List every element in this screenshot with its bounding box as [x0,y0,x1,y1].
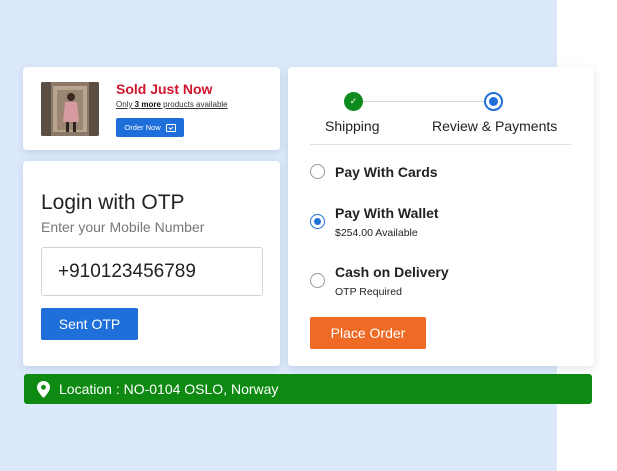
login-subtitle: Enter your Mobile Number [41,219,205,235]
stock-suffix: products available [160,100,228,109]
order-now-button[interactable]: Order Now [116,118,184,137]
check-icon: ✓ [344,92,363,111]
stock-notice: Only 3 more products available [116,100,228,109]
login-card: Login with OTP Enter your Mobile Number … [23,161,280,366]
sold-notification-card: Sold Just Now Only 3 more products avail… [23,67,280,150]
pay-wallet-radio[interactable] [310,214,325,229]
step-shipping-label: Shipping [325,118,380,134]
login-title: Login with OTP [41,191,185,214]
stock-count: 3 more [134,100,161,109]
otp-required-note: OTP Required [335,286,402,298]
payment-card: ✓ Shipping Review & Payments Pay With Ca… [288,67,594,366]
wallet-balance: $254.00 Available [335,227,418,239]
mobile-number-input[interactable]: +910123456789 [41,247,263,296]
cash-delivery-radio[interactable] [310,273,325,288]
step-current-indicator [484,92,503,111]
pay-cards-radio[interactable] [310,164,325,179]
divider [310,144,571,145]
place-order-button[interactable]: Place Order [310,317,426,349]
product-image [41,82,99,136]
map-pin-icon [37,380,50,398]
stepper-line [353,101,494,102]
pay-cards-label[interactable]: Pay With Cards [335,164,438,180]
pay-wallet-label[interactable]: Pay With Wallet [335,205,439,221]
sold-title: Sold Just Now [116,81,213,97]
location-bar: Location : NO-0104 OSLO, Norway [24,374,592,404]
sent-otp-button[interactable]: Sent OTP [41,308,138,340]
order-now-label: Order Now [124,123,161,132]
cart-icon [165,123,176,132]
stock-prefix: Only [116,100,135,109]
location-text: Location : NO-0104 OSLO, Norway [59,381,279,397]
step-review-label: Review & Payments [432,118,558,134]
cash-delivery-label[interactable]: Cash on Delivery [335,264,449,280]
